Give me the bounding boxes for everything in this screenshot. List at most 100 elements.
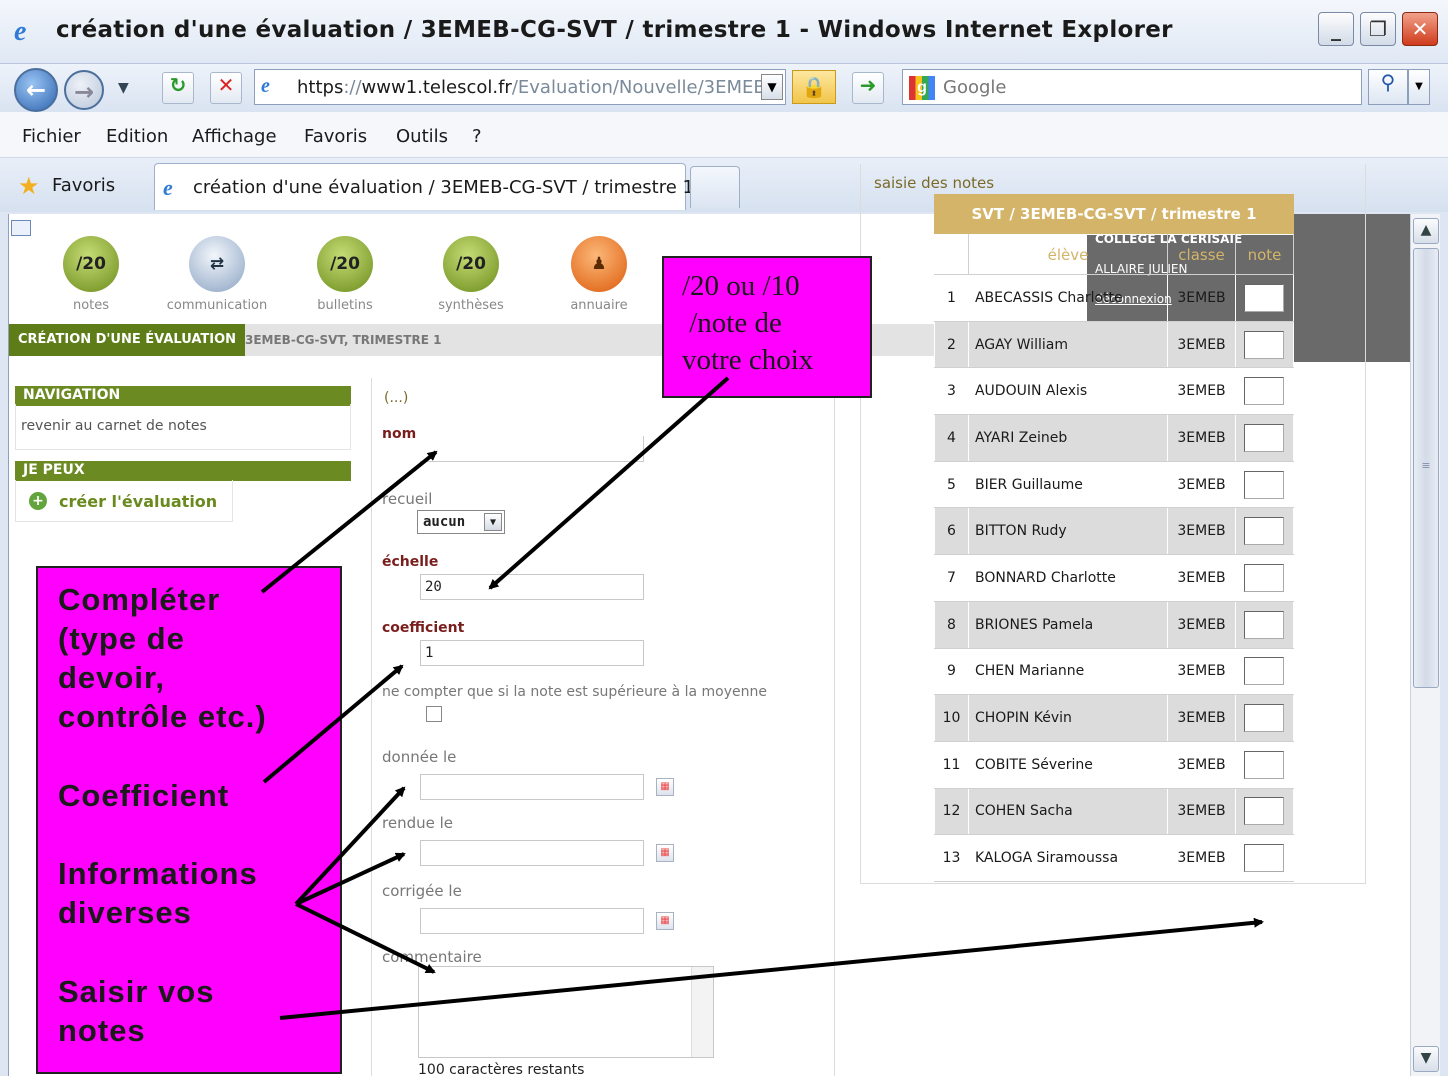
back-button[interactable]: ←: [14, 68, 58, 112]
note-cell: [1235, 787, 1294, 836]
note-input[interactable]: [1244, 470, 1284, 499]
new-tab-button[interactable]: [690, 166, 740, 208]
annuaire-icon[interactable]: ♟: [571, 236, 627, 292]
scroll-up-icon[interactable]: ▲: [1413, 218, 1439, 244]
note-input[interactable]: [1244, 704, 1284, 733]
table-row: 12 COHEN Sacha 3EMEB: [934, 787, 1294, 836]
scroll-down-icon[interactable]: ▼: [1413, 1046, 1439, 1072]
commentaire-textarea[interactable]: [418, 966, 714, 1058]
student-class: 3EMEB: [1167, 367, 1236, 416]
grades-legend: saisie des notes: [874, 174, 995, 192]
student-class: 3EMEB: [1167, 554, 1236, 602]
above-average-checkbox[interactable]: [426, 706, 442, 722]
row-number: 8: [934, 600, 969, 649]
textarea-scrollbar[interactable]: [691, 967, 713, 1057]
note-cell: [1235, 414, 1294, 462]
nav-communication[interactable]: communication: [157, 298, 277, 313]
echelle-input[interactable]: 20: [420, 574, 644, 600]
scroll-thumb[interactable]: ≡: [1413, 248, 1439, 688]
calendar-icon[interactable]: ▦: [656, 778, 674, 796]
go-button[interactable]: ➜: [852, 72, 884, 104]
back-to-gradebook-link[interactable]: revenir au carnet de notes: [21, 418, 207, 434]
note-input[interactable]: [1244, 517, 1284, 546]
table-row: 11 COBITE Séverine 3EMEB: [934, 740, 1294, 789]
history-dropdown-icon[interactable]: ▼: [118, 80, 129, 96]
address-field[interactable]: e https://www1.telescol.fr/Evaluation/No…: [254, 69, 786, 105]
corrigee-date-input[interactable]: [420, 908, 644, 934]
note-input[interactable]: [1244, 330, 1284, 359]
notes-icon[interactable]: /20: [63, 236, 119, 292]
nom-input[interactable]: [420, 436, 644, 462]
browser-window: e création d'une évaluation / 3EMEB-CG-S…: [0, 0, 1448, 1076]
search-button[interactable]: ⚲: [1368, 69, 1408, 105]
table-row: 9 CHEN Marianne 3EMEB: [934, 647, 1294, 696]
forward-button[interactable]: →: [64, 70, 104, 110]
annotation-scale: /20 ou /10 /note de votre choix: [662, 256, 872, 398]
tab-active[interactable]: e création d'une évaluation / 3EMEB-CG-S…: [154, 163, 694, 210]
menu-affichage[interactable]: Affichage: [192, 126, 277, 147]
favorites-button[interactable]: Favoris: [52, 175, 115, 196]
close-button[interactable]: ✕: [1402, 12, 1438, 46]
menu-edition[interactable]: Edition: [106, 126, 168, 147]
echelle-label: échelle: [382, 554, 439, 570]
note-input[interactable]: [1244, 657, 1284, 686]
annotation-informations: Informations diverses: [58, 856, 258, 930]
coefficient-input[interactable]: 1: [420, 640, 644, 666]
annotation-saisir: Saisir vos notes: [58, 974, 215, 1048]
rendue-date-input[interactable]: [420, 840, 644, 866]
favorites-star-icon[interactable]: ★: [18, 172, 40, 200]
table-row: 13 KALOGA Siramoussa 3EMEB: [934, 834, 1294, 882]
note-cell: [1235, 554, 1294, 602]
note-input[interactable]: [1244, 610, 1284, 639]
recueil-select[interactable]: aucun ▼: [417, 510, 505, 534]
bulletins-icon[interactable]: /20: [317, 236, 373, 292]
syntheses-icon[interactable]: /20: [443, 236, 499, 292]
refresh-button[interactable]: ↻: [162, 72, 194, 104]
calendar-icon[interactable]: ▦: [656, 844, 674, 862]
search-field[interactable]: g Google: [902, 69, 1362, 105]
nav-annuaire[interactable]: annuaire: [539, 298, 659, 313]
note-input[interactable]: [1244, 797, 1284, 826]
note-input[interactable]: [1244, 283, 1284, 312]
note-input[interactable]: [1244, 844, 1284, 873]
create-evaluation-link[interactable]: créer l'évaluation: [59, 492, 217, 511]
chevron-down-icon[interactable]: ▼: [484, 513, 502, 531]
nav-syntheses[interactable]: synthèses: [411, 298, 531, 313]
note-input[interactable]: [1244, 377, 1284, 406]
row-number: 12: [934, 787, 969, 836]
menu-bar: Fichier Edition Affichage Favoris Outils…: [0, 112, 1448, 158]
note-input[interactable]: [1244, 750, 1284, 779]
communication-icon[interactable]: ⇄: [189, 236, 245, 292]
menu-outils[interactable]: Outils: [396, 126, 448, 147]
address-dropdown-icon[interactable]: ▼: [761, 74, 783, 100]
calendar-icon[interactable]: ▦: [656, 912, 674, 930]
lock-icon[interactable]: 🔒: [792, 70, 836, 104]
student-name: CHEN Marianne: [967, 647, 1169, 696]
search-options-icon[interactable]: ▼: [1408, 69, 1430, 105]
row-number: 4: [934, 414, 969, 462]
maximize-button[interactable]: ❐: [1360, 12, 1396, 46]
page-scrollbar[interactable]: ▲ ≡ ▼: [1410, 214, 1440, 1076]
student-name: BONNARD Charlotte: [967, 554, 1169, 602]
navigation-header: NAVIGATION: [15, 386, 351, 406]
minimize-button[interactable]: _: [1318, 12, 1354, 46]
ie-icon: e: [163, 175, 173, 200]
page-status-icon: [11, 220, 31, 236]
nav-bulletins[interactable]: bulletins: [285, 298, 405, 313]
note-input[interactable]: [1244, 563, 1284, 592]
menu-fichier[interactable]: Fichier: [22, 126, 81, 147]
donnee-date-input[interactable]: [420, 774, 644, 800]
table-row: 4 AYARI Zeineb 3EMEB: [934, 414, 1294, 462]
row-number: 6: [934, 507, 969, 556]
menu-help[interactable]: ?: [472, 126, 482, 147]
add-icon[interactable]: +: [29, 492, 47, 510]
menu-favoris[interactable]: Favoris: [304, 126, 367, 147]
stop-button[interactable]: ✕: [210, 72, 242, 104]
nav-notes[interactable]: notes: [31, 298, 151, 313]
student-class: 3EMEB: [1167, 460, 1236, 509]
student-class: 3EMEB: [1167, 414, 1236, 462]
grades-title: SVT / 3EMEB-CG-SVT / trimestre 1: [934, 194, 1294, 234]
note-input[interactable]: [1244, 423, 1284, 452]
row-number: 7: [934, 554, 969, 602]
above-average-label: ne compter que si la note est supérieure…: [382, 684, 767, 700]
